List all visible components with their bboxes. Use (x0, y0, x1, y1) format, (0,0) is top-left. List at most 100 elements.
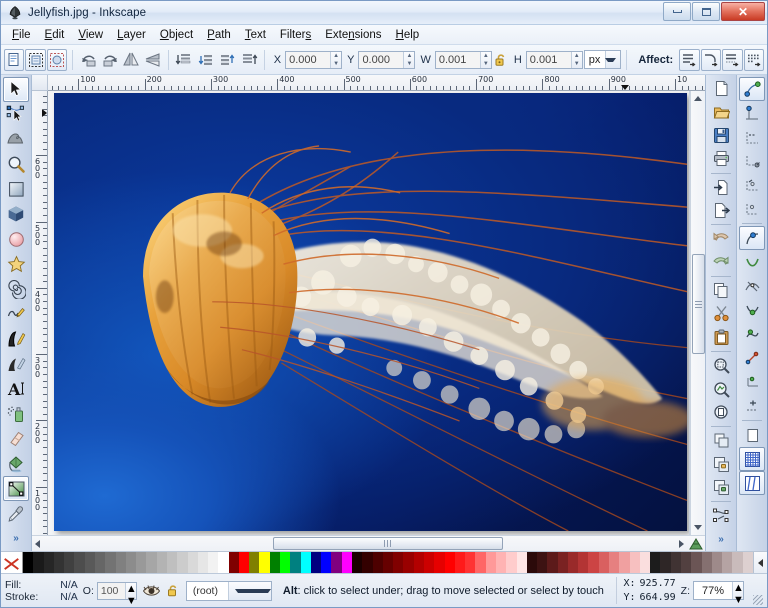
redo-button[interactable] (708, 251, 734, 274)
palette-swatch[interactable] (269, 552, 281, 573)
palette-swatch[interactable] (187, 552, 198, 573)
rectangle-tool[interactable] (3, 177, 29, 202)
cut-button[interactable] (708, 302, 734, 325)
dropper-tool[interactable] (3, 501, 29, 526)
group-objects-button[interactable] (708, 452, 734, 475)
scale-rounded-corners-button[interactable] (700, 48, 722, 71)
zoom-stepper[interactable]: ▲ ▼ (732, 582, 744, 606)
scroll-down-button[interactable] (693, 522, 704, 533)
palette-swatch[interactable] (136, 552, 147, 573)
palette-swatch[interactable] (537, 552, 548, 573)
palette-swatch[interactable] (701, 552, 712, 573)
palette-swatch[interactable] (23, 552, 34, 573)
more-commands-button[interactable]: » (708, 528, 734, 551)
palette-swatch[interactable] (64, 552, 75, 573)
sticky-zoom-icon[interactable] (687, 537, 705, 549)
lower-one-step-button[interactable] (195, 49, 215, 71)
snap-bbox-edges-button[interactable] (739, 125, 765, 149)
palette-menu-button[interactable] (753, 552, 767, 573)
zoom-tool[interactable] (3, 152, 29, 177)
palette-swatch[interactable] (94, 552, 106, 573)
y-field[interactable]: ▲▼ (358, 50, 416, 69)
palette-swatch[interactable] (670, 552, 681, 573)
lock-open-icon[interactable] (493, 52, 509, 68)
duplicate-button[interactable] (708, 429, 734, 452)
menu-layer[interactable]: Layer (110, 27, 153, 43)
snap-nodes-paths-button[interactable] (739, 226, 765, 250)
zoom-selection-button[interactable] (708, 354, 734, 377)
palette-swatch[interactable] (218, 552, 229, 573)
opacity-stepper[interactable]: ▲ ▼ (124, 582, 137, 607)
palette-swatch[interactable] (146, 552, 157, 573)
enable-snapping-button[interactable] (739, 77, 765, 101)
vertical-ruler[interactable]: 100 200 300 400 500 600 (32, 91, 48, 535)
save-document-button[interactable] (708, 124, 734, 147)
menu-file[interactable]: FFileile (5, 27, 38, 43)
palette-swatch[interactable] (352, 552, 363, 573)
palette-swatch[interactable] (691, 552, 702, 573)
palette-swatch[interactable] (53, 552, 65, 573)
opacity-control[interactable]: O: ▲▼ (83, 581, 137, 607)
ruler-corner[interactable] (32, 75, 48, 91)
scroll-up-button[interactable] (693, 93, 704, 104)
palette-swatch[interactable] (105, 552, 116, 573)
select-all-button[interactable] (4, 48, 25, 71)
menu-filters[interactable]: Filters (273, 27, 318, 43)
palette-swatch[interactable] (444, 552, 455, 573)
document-page[interactable] (54, 93, 687, 531)
palette-swatch[interactable] (310, 552, 322, 573)
eraser-tool[interactable] (3, 426, 29, 451)
h-field[interactable]: ▲▼ (525, 50, 583, 69)
palette-swatch[interactable] (33, 552, 44, 573)
node-editor-tool[interactable] (3, 102, 29, 127)
palette-swatch[interactable] (516, 552, 527, 573)
palette-swatch[interactable] (331, 552, 342, 573)
zoom-control[interactable]: Z: ▲▼ (681, 581, 748, 606)
pencil-tool[interactable] (3, 302, 29, 327)
snap-page-border-button[interactable] (739, 423, 765, 447)
zoom-field[interactable]: ▲▼ (693, 581, 744, 606)
palette-swatch[interactable] (434, 552, 445, 573)
palette-swatch[interactable] (475, 552, 486, 573)
h-input[interactable] (526, 51, 571, 68)
zoom-page-button[interactable] (708, 401, 734, 424)
palette-swatch[interactable] (197, 552, 209, 573)
snap-to-cusp-nodes-button[interactable] (739, 298, 765, 322)
snap-object-centers-button[interactable] (739, 370, 765, 394)
snap-to-smooth-nodes-button[interactable] (739, 322, 765, 346)
raise-one-step-button[interactable] (217, 49, 237, 71)
spray-tool[interactable] (3, 401, 29, 426)
palette-swatch[interactable] (722, 552, 733, 573)
palette-swatch[interactable] (495, 552, 507, 573)
eye-open-icon[interactable] (142, 583, 161, 598)
palette-swatch[interactable] (557, 552, 568, 573)
gradient-tool[interactable] (3, 476, 29, 502)
3dbox-tool[interactable] (3, 202, 29, 227)
x-input[interactable] (286, 51, 331, 68)
xml-editor-button[interactable] (708, 504, 734, 527)
palette-swatch[interactable] (382, 552, 394, 573)
palette-swatch[interactable] (711, 552, 723, 573)
close-button[interactable]: ✕ (721, 2, 765, 21)
palette-swatch[interactable] (732, 552, 743, 573)
palette-swatch[interactable] (609, 552, 620, 573)
scale-stroke-width-button[interactable] (679, 48, 700, 71)
menu-text[interactable]: Text (238, 27, 273, 43)
layer-selector[interactable]: (root) (185, 580, 272, 601)
palette-swatches[interactable] (23, 552, 753, 573)
palette-swatch[interactable] (506, 552, 517, 573)
palette-swatch[interactable] (238, 552, 250, 573)
flip-horizontal-button[interactable] (121, 49, 141, 71)
palette-swatch[interactable] (321, 552, 332, 573)
layer-lock-icon[interactable] (166, 583, 181, 598)
palette-swatch[interactable] (526, 552, 538, 573)
palette-swatch[interactable] (259, 552, 270, 573)
y-stepper[interactable]: ▲ ▼ (403, 51, 415, 68)
rotate-90-ccw-button[interactable] (78, 49, 98, 71)
palette-swatch[interactable] (403, 552, 414, 573)
export-button[interactable] (708, 199, 734, 222)
paint-bucket-tool[interactable] (3, 451, 29, 476)
menu-object[interactable]: Object (153, 27, 200, 43)
palette-swatch[interactable] (228, 552, 239, 573)
palette-swatch[interactable] (742, 552, 753, 573)
